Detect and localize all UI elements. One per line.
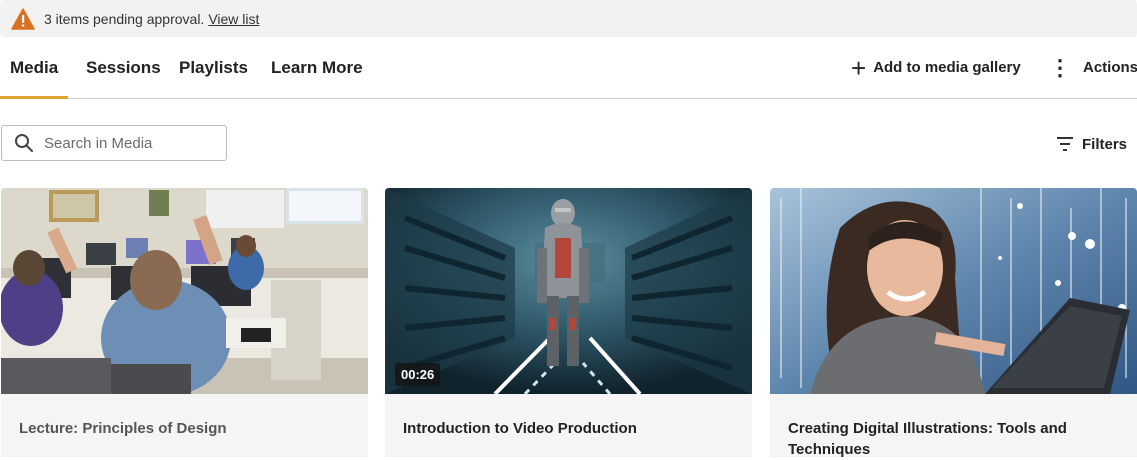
media-card[interactable]: Creating Digital Illustrations: Tools an… — [770, 188, 1137, 460]
media-thumbnail[interactable]: 00:26 — [385, 188, 752, 394]
actions-label: Actions — [1083, 59, 1137, 76]
media-card[interactable]: Lecture: Principles of Design — [1, 188, 368, 457]
search-input[interactable] — [42, 133, 216, 153]
tab-sessions-label: Sessions — [86, 57, 161, 77]
media-thumbnail[interactable] — [770, 188, 1137, 394]
filters-button[interactable]: Filters — [1056, 130, 1127, 158]
tab-media-label: Media — [10, 57, 59, 77]
tab-learn-more-label: Learn More — [271, 57, 363, 77]
tab-sessions[interactable]: Sessions — [86, 37, 161, 98]
media-thumbnail[interactable] — [1, 188, 368, 394]
view-list-link[interactable]: View list — [208, 11, 259, 27]
media-title[interactable]: Creating Digital Illustrations: Tools an… — [788, 418, 1119, 460]
media-meta: Creating Digital Illustrations: Tools an… — [770, 394, 1137, 460]
media-title[interactable]: Introduction to Video Production — [403, 418, 734, 439]
filter-icon — [1056, 137, 1073, 151]
media-card[interactable]: 00:26 Introduction to Video Production — [385, 188, 752, 457]
tab-media[interactable]: Media — [0, 37, 68, 99]
media-title[interactable]: Lecture: Principles of Design — [19, 418, 350, 439]
add-to-media-gallery-label: Add to media gallery — [873, 59, 1021, 76]
filters-label: Filters — [1081, 135, 1127, 153]
search-icon — [15, 134, 33, 152]
plus-icon: + — [851, 52, 867, 83]
pending-approval-banner: 3 items pending approval. View list — [0, 0, 1137, 37]
media-meta: Introduction to Video Production — [385, 394, 752, 457]
tab-learn-more[interactable]: Learn More — [271, 37, 363, 98]
kebab-menu-icon: ⋮ — [1049, 54, 1071, 80]
actions-button[interactable]: ⋮ Actions — [1049, 37, 1137, 98]
banner-message: 3 items pending approval. — [44, 10, 205, 27]
gallery-tab-bar: Media Sessions Playlists Learn More + Ad… — [0, 37, 1137, 99]
media-meta: Lecture: Principles of Design — [1, 394, 368, 457]
tab-playlists-label: Playlists — [179, 57, 248, 77]
add-to-media-gallery-button[interactable]: + Add to media gallery — [851, 37, 1021, 98]
duration-badge: 00:26 — [395, 363, 441, 386]
search-box — [1, 125, 227, 161]
tab-playlists[interactable]: Playlists — [179, 37, 248, 98]
warning-icon — [11, 7, 35, 30]
